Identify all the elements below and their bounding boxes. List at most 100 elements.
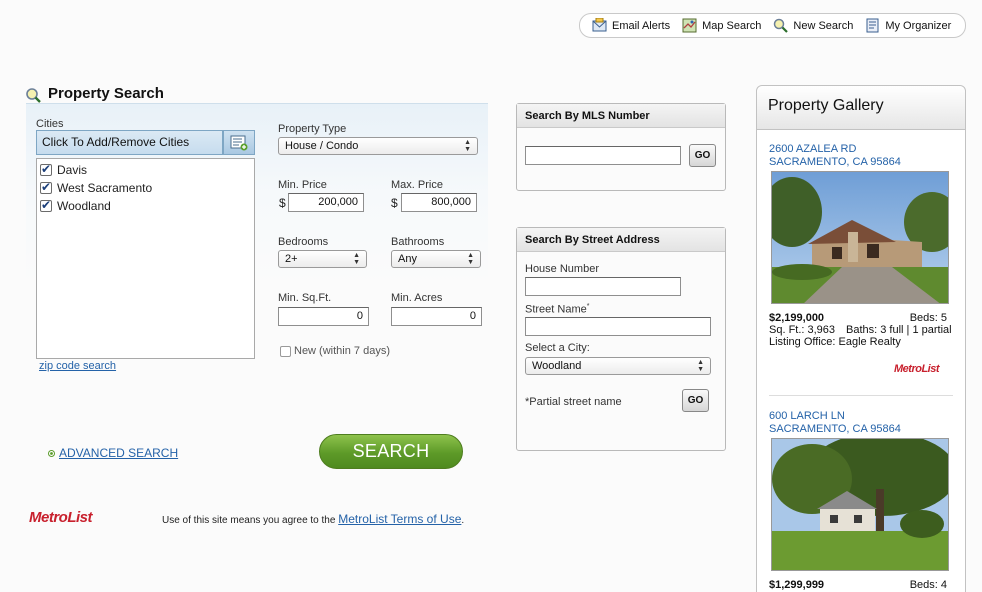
- nav-new-search-label: New Search: [793, 19, 854, 32]
- nav-map-search[interactable]: Map Search: [682, 18, 761, 33]
- select-arrows-icon: ▲ ▼: [467, 252, 474, 266]
- street-name-label-text: Street Name: [525, 303, 587, 316]
- terms-of-use-link[interactable]: MetroList Terms of Use: [338, 512, 461, 526]
- email-alerts-icon: [592, 18, 607, 32]
- bathrooms-select[interactable]: Any ▲ ▼: [391, 250, 481, 268]
- listing-city: SACRAMENTO, CA 95864: [769, 156, 901, 168]
- search-button[interactable]: SEARCH: [319, 434, 463, 469]
- city-checkbox[interactable]: [40, 162, 52, 176]
- terms-text: Use of this site means you agree to the …: [162, 512, 464, 526]
- cities-picker-button[interactable]: [223, 130, 255, 155]
- min-acres-label: Min. Acres: [391, 292, 443, 304]
- partial-street-note: *Partial street name: [525, 396, 622, 408]
- nav-email-alerts-label: Email Alerts: [612, 19, 671, 32]
- listing-sqft: Sq. Ft.: 3,963: [769, 324, 836, 336]
- mls-search-title: Search By MLS Number: [517, 104, 725, 128]
- house-photo-image: [772, 439, 948, 570]
- listing-photo[interactable]: [771, 171, 949, 304]
- listing-price: $2,199,000: [769, 312, 825, 324]
- city-list-icon: [230, 135, 248, 150]
- new-listings-label: New (within 7 days): [294, 345, 390, 357]
- bathrooms-label: Bathrooms: [391, 236, 445, 248]
- min-acres-input[interactable]: 0: [391, 307, 482, 326]
- min-price-input[interactable]: 200,000: [288, 193, 364, 212]
- listing-address[interactable]: 600 LARCH LN SACRAMENTO, CA 95864: [769, 410, 901, 436]
- listing-photo[interactable]: [771, 438, 949, 571]
- city-label: Davis: [57, 163, 88, 177]
- listing-office: Listing Office: Eagle Realty: [769, 336, 901, 348]
- bathrooms-value: Any: [398, 253, 417, 265]
- street-search-box: Search By Street Address House Number St…: [516, 227, 726, 451]
- city-select[interactable]: Woodland ▲ ▼: [525, 357, 711, 375]
- bedrooms-label: Bedrooms: [278, 236, 329, 248]
- listing-street: 600 LARCH LN: [769, 410, 845, 422]
- listing-street: 2600 AZALEA RD: [769, 143, 857, 155]
- search-icon: [26, 88, 41, 103]
- top-nav: Email Alerts Map Search New Search My Or…: [579, 13, 966, 38]
- house-number-input[interactable]: [525, 277, 681, 296]
- organizer-icon: [866, 18, 879, 33]
- city-checkbox[interactable]: [40, 180, 52, 194]
- street-name-label: Street Name*: [525, 303, 589, 316]
- advanced-search-link[interactable]: ADVANCED SEARCH: [59, 446, 178, 460]
- select-arrows-icon: ▲ ▼: [697, 359, 704, 373]
- property-gallery-title: Property Gallery: [757, 86, 965, 130]
- nav-my-organizer[interactable]: My Organizer: [865, 18, 951, 33]
- metrolist-logo: MetroList: [894, 363, 940, 375]
- mls-go-button[interactable]: GO: [689, 144, 716, 167]
- listing-price: $1,299,999: [769, 579, 825, 591]
- max-price-input[interactable]: 800,000: [401, 193, 477, 212]
- min-price-label: Min. Price: [278, 179, 327, 191]
- min-price-currency: $: [279, 196, 286, 210]
- property-gallery: Property Gallery 2600 AZALEA RD SACRAMEN…: [756, 85, 966, 592]
- select-arrows-icon: ▲ ▼: [353, 252, 360, 266]
- city-item-davis[interactable]: Davis: [40, 161, 251, 179]
- new-listings-checkbox[interactable]: [280, 345, 291, 357]
- zip-code-search-link[interactable]: zip code search: [39, 360, 116, 372]
- select-arrows-icon: ▲ ▼: [464, 139, 471, 153]
- nav-email-alerts[interactable]: Email Alerts: [592, 18, 670, 33]
- terms-prefix: Use of this site means you agree to the: [162, 515, 339, 526]
- cities-label: Cities: [36, 118, 64, 130]
- mls-number-input[interactable]: [525, 146, 681, 165]
- bedrooms-value: 2+: [285, 253, 298, 265]
- nav-my-organizer-label: My Organizer: [885, 19, 952, 32]
- listing-beds: Beds: 5: [909, 312, 947, 324]
- min-sqft-label: Min. Sq.Ft.: [278, 292, 332, 304]
- property-type-label: Property Type: [278, 123, 347, 135]
- required-mark: *: [586, 303, 590, 310]
- advanced-search[interactable]: ADVANCED SEARCH: [48, 446, 178, 460]
- city-item-woodland[interactable]: Woodland: [40, 197, 251, 215]
- listing-city: SACRAMENTO, CA 95864: [769, 423, 901, 435]
- city-label: Woodland: [57, 199, 111, 213]
- map-icon: [682, 18, 697, 33]
- bullet-plus-icon: [48, 449, 55, 457]
- min-sqft-input[interactable]: 0: [278, 307, 369, 326]
- property-search-title: Property Search: [48, 85, 164, 102]
- property-type-select[interactable]: House / Condo ▲ ▼: [278, 137, 478, 155]
- city-checkbox[interactable]: [40, 198, 52, 212]
- cities-list: Davis West Sacramento Woodland: [36, 158, 255, 359]
- street-go-button[interactable]: GO: [682, 389, 709, 412]
- listing-beds: Beds: 4: [909, 579, 947, 591]
- city-select-label: Select a City:: [525, 342, 590, 354]
- street-name-input[interactable]: [525, 317, 711, 336]
- listing-address[interactable]: 2600 AZALEA RD SACRAMENTO, CA 95864: [769, 143, 901, 169]
- bedrooms-select[interactable]: 2+ ▲ ▼: [278, 250, 367, 268]
- city-select-value: Woodland: [532, 360, 582, 372]
- search-icon: [774, 18, 789, 33]
- house-number-label: House Number: [525, 263, 599, 275]
- listing-baths: Baths: 3 full | 1 partial: [846, 324, 952, 336]
- city-item-west-sacramento[interactable]: West Sacramento: [40, 179, 251, 197]
- new-listings-option[interactable]: New (within 7 days): [280, 345, 390, 357]
- nav-map-search-label: Map Search: [702, 19, 762, 32]
- street-search-title: Search By Street Address: [517, 228, 725, 252]
- metrolist-logo: MetroList: [29, 509, 93, 526]
- city-label: West Sacramento: [57, 181, 153, 195]
- listing-divider: [769, 395, 953, 396]
- cities-add-remove-button[interactable]: Click To Add/Remove Cities: [36, 130, 223, 155]
- property-type-value: House / Condo: [285, 140, 359, 152]
- nav-new-search[interactable]: New Search: [773, 18, 853, 33]
- max-price-currency: $: [391, 196, 398, 210]
- terms-suffix: .: [461, 515, 465, 526]
